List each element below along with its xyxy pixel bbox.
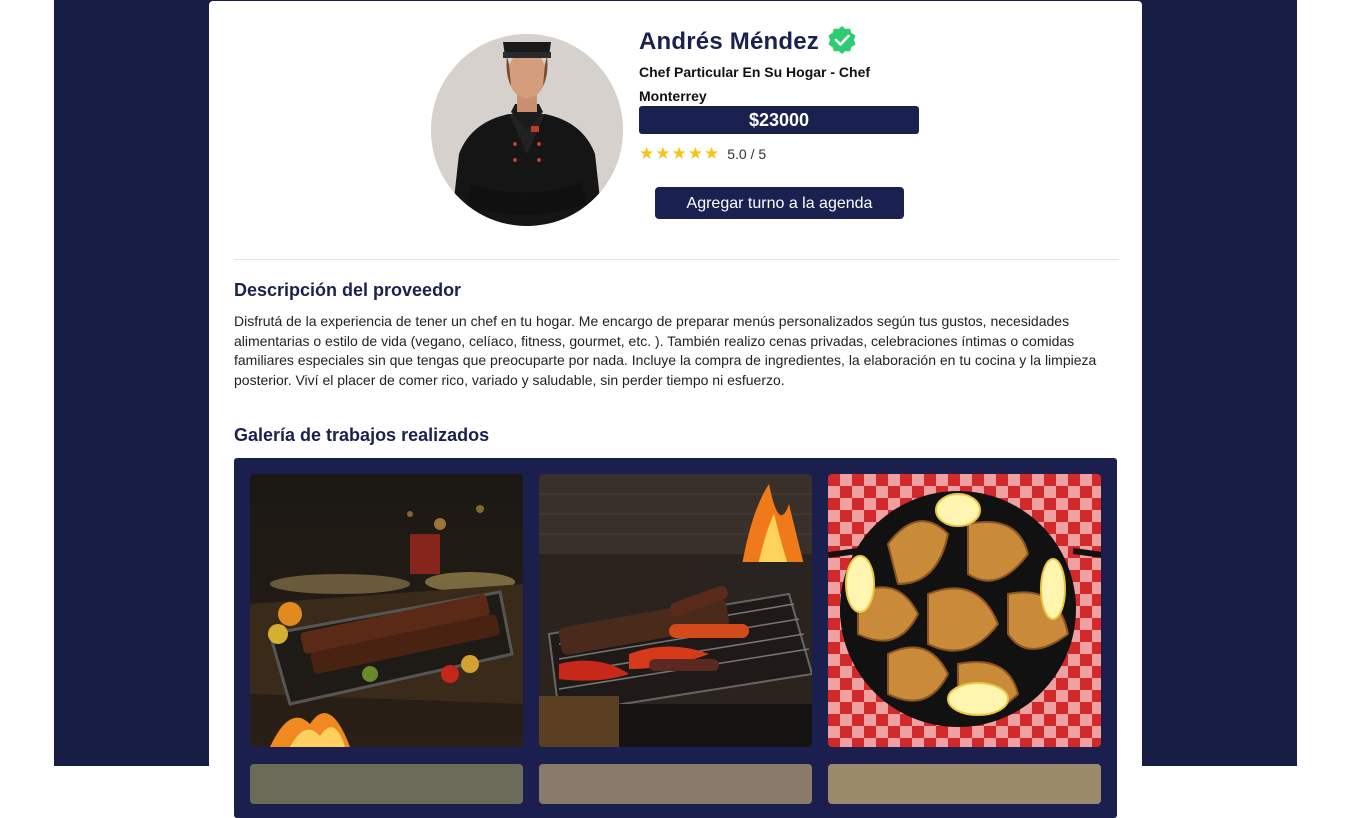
provider-subtitle: Chef Particular En Su Hogar - Chef Monte… xyxy=(639,64,871,104)
provider-card: Andrés Méndez Chef Particular En Su Hoga… xyxy=(209,1,1142,818)
gallery-title: Galería de trabajos realizados xyxy=(234,425,490,445)
gallery-photo-grill[interactable] xyxy=(539,474,812,747)
star-icon: ★ xyxy=(655,144,671,163)
add-to-agenda-button[interactable]: Agregar turno a la agenda xyxy=(655,187,904,219)
chef-avatar xyxy=(431,34,623,226)
gallery-grid xyxy=(234,458,1117,818)
verified-badge-icon xyxy=(827,25,857,60)
gallery-photo-empanadas[interactable] xyxy=(828,474,1101,747)
gallery-photo-ribs[interactable] xyxy=(250,474,523,747)
star-icon: ★ xyxy=(671,144,687,163)
rating-text: 5.0 / 5 xyxy=(727,146,767,162)
description-text: Disfrutá de la experiencia de tener un c… xyxy=(234,313,1097,388)
gallery-photo-row2-3[interactable] xyxy=(828,764,1101,804)
gallery-photo-row2-2[interactable] xyxy=(539,764,812,804)
description-title: Descripción del proveedor xyxy=(234,280,462,300)
name-row: Andrés Méndez xyxy=(639,25,857,59)
price-badge: $23000 xyxy=(639,106,919,134)
star-rating: ★ ★ ★ ★ ★ xyxy=(639,144,719,164)
star-icon: ★ xyxy=(704,144,720,163)
divider xyxy=(234,259,1119,260)
star-icon: ★ xyxy=(639,144,655,163)
gallery-photo-row2-1[interactable] xyxy=(250,764,523,804)
rating-row: ★ ★ ★ ★ ★ 5.0 / 5 xyxy=(639,144,766,164)
star-icon: ★ xyxy=(687,144,703,163)
provider-name: Andrés Méndez xyxy=(639,28,819,55)
